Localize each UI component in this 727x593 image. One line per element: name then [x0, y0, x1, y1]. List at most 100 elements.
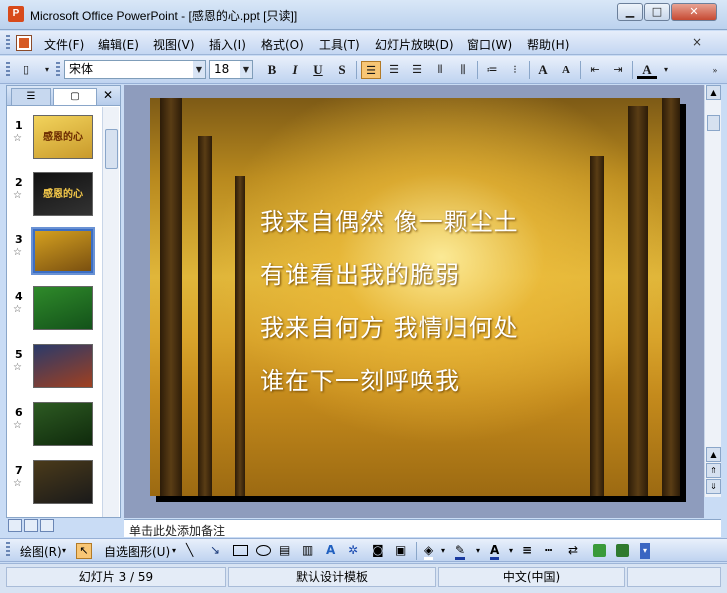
font-size-combo[interactable]: 18 ▼: [209, 60, 253, 79]
line-color-icon[interactable]: ✎: [455, 543, 466, 560]
menu-edit[interactable]: 编辑(E): [98, 36, 139, 53]
slide-thumbnail-row[interactable]: 4 ☆: [7, 286, 107, 338]
menu-slideshow[interactable]: 幻灯片放映(D): [375, 36, 454, 53]
increase-font-icon[interactable]: A: [533, 61, 553, 79]
numbering-icon[interactable]: ≔: [482, 61, 502, 79]
picture-icon[interactable]: ▣: [395, 543, 406, 557]
scroll-up-icon[interactable]: ▲: [706, 447, 721, 462]
chevron-down-icon[interactable]: ▾: [656, 61, 676, 79]
slideshow-icon[interactable]: [40, 519, 54, 532]
italic-button[interactable]: I: [285, 61, 305, 79]
shadow-style-icon[interactable]: [593, 544, 606, 557]
slide-thumbnail-row[interactable]: 1 ☆ 感恩的心: [7, 115, 107, 167]
chevron-down-icon[interactable]: ▼: [240, 61, 252, 78]
decrease-indent-icon[interactable]: ⇤: [585, 61, 605, 79]
line-icon[interactable]: ╲: [186, 543, 193, 557]
slide-thumbnail-row[interactable]: 2 ☆ 感恩的心: [7, 172, 107, 224]
previous-slide-icon[interactable]: ⇑: [706, 463, 721, 478]
slide-thumbnail[interactable]: [31, 227, 95, 275]
slide-thumbnail[interactable]: [33, 344, 93, 388]
3d-style-icon[interactable]: [616, 544, 629, 557]
toolbar-grip-2[interactable]: [56, 62, 60, 78]
font-color-button[interactable]: A: [490, 543, 500, 560]
slide-sorter-icon[interactable]: [24, 519, 38, 532]
chevron-down-icon[interactable]: ▾: [476, 546, 480, 555]
draw-menu-button[interactable]: 绘图(R): [20, 543, 62, 560]
slide-thumbnail-row[interactable]: 7 ☆: [7, 460, 107, 512]
font-name-combo[interactable]: 宋体 ▼: [64, 60, 206, 79]
slides-tab[interactable]: ▢: [53, 88, 97, 105]
increase-indent-icon[interactable]: ⇥: [608, 61, 628, 79]
notes-pane[interactable]: 单击此处添加备注: [124, 519, 721, 539]
distribute-icon[interactable]: ⦀: [430, 61, 450, 79]
scrollbar-thumb[interactable]: [707, 115, 720, 131]
bold-button[interactable]: B: [262, 61, 282, 79]
decrease-font-icon[interactable]: A: [556, 61, 576, 79]
design-template[interactable]: 默认设计模板: [228, 567, 436, 587]
outline-tab[interactable]: ☰: [11, 88, 51, 105]
bullets-icon[interactable]: ⁝: [505, 61, 525, 79]
chevron-down-icon[interactable]: ▾: [441, 546, 445, 555]
menu-tools[interactable]: 工具(T): [319, 36, 360, 53]
slide-thumbnail-row[interactable]: 3 ☆: [7, 227, 107, 281]
document-icon[interactable]: [16, 35, 32, 51]
scrollbar-thumb[interactable]: [105, 129, 118, 169]
align-left-icon[interactable]: ☰: [361, 61, 381, 79]
slide-text-line-2[interactable]: 有谁看出我的脆弱: [260, 255, 460, 290]
clipart-icon[interactable]: ◙: [372, 543, 384, 557]
slide-text-line-3[interactable]: 我来自何方 我情归何处: [260, 308, 519, 343]
align-right-icon[interactable]: ☰: [407, 61, 427, 79]
menu-grip[interactable]: [6, 35, 10, 51]
dropdown-arrow-icon[interactable]: ▾: [37, 61, 57, 79]
slide-thumbnail-row[interactable]: 6 ☆: [7, 402, 107, 454]
toolbar-grip[interactable]: [6, 542, 10, 558]
oval-icon[interactable]: [256, 545, 271, 556]
chevron-down-icon[interactable]: ▾: [62, 546, 66, 555]
diagram-icon[interactable]: ✲: [348, 543, 358, 557]
menu-help[interactable]: 帮助(H): [527, 36, 569, 53]
next-slide-icon[interactable]: ⇓: [706, 479, 721, 494]
menu-insert[interactable]: 插入(I): [209, 36, 246, 53]
toolbar-grip[interactable]: [6, 62, 10, 78]
close-document-icon[interactable]: ×: [692, 35, 722, 51]
select-pointer-icon[interactable]: ↖: [76, 543, 92, 559]
maximize-button[interactable]: □: [644, 3, 670, 21]
slide-thumbnail[interactable]: [33, 402, 93, 446]
toolbar-options-icon[interactable]: »: [705, 61, 725, 79]
current-slide[interactable]: 我来自偶然 像一颗尘土 有谁看出我的脆弱 我来自何方 我情归何处 谁在下一刻呼唤…: [150, 98, 680, 496]
fill-color-icon[interactable]: ◈: [424, 543, 434, 560]
font-color-button[interactable]: A: [637, 61, 657, 79]
notes-placeholder[interactable]: 单击此处添加备注: [129, 522, 225, 539]
menu-window[interactable]: 窗口(W): [467, 36, 512, 53]
minimize-button[interactable]: ▁: [617, 3, 643, 21]
chevron-down-icon[interactable]: ▾: [172, 546, 176, 555]
slide-thumbnail[interactable]: 感恩的心: [33, 115, 93, 159]
rectangle-icon[interactable]: [233, 545, 248, 556]
normal-view-icon[interactable]: [8, 519, 22, 532]
wordart-icon[interactable]: A: [326, 543, 335, 557]
new-document-icon[interactable]: ▯: [16, 61, 36, 79]
close-icon[interactable]: ✕: [103, 88, 113, 102]
slide-thumbnail-row[interactable]: 5 ☆: [7, 344, 107, 396]
underline-button[interactable]: U: [308, 61, 328, 79]
chevron-down-icon[interactable]: ▾: [509, 546, 513, 555]
vertical-textbox-icon[interactable]: ▥: [302, 543, 313, 557]
slide-thumbnail[interactable]: 感恩的心: [33, 172, 93, 216]
arrow-icon[interactable]: ↘: [210, 543, 220, 557]
slide-thumbnail[interactable]: [33, 286, 93, 330]
vertical-scrollbar[interactable]: ▲ ▲ ⇑ ⇓: [704, 85, 721, 497]
line-style-icon[interactable]: ≡: [522, 543, 532, 557]
vertical-text-icon[interactable]: ⫼: [453, 61, 473, 79]
dash-style-icon[interactable]: ┅: [545, 543, 552, 557]
slide-text-line-1[interactable]: 我来自偶然 像一颗尘土: [260, 202, 519, 237]
arrow-style-icon[interactable]: ⇄: [568, 543, 578, 557]
align-center-icon[interactable]: ☰: [384, 61, 404, 79]
pane-scrollbar[interactable]: [102, 107, 119, 517]
slide-thumbnail[interactable]: [33, 460, 93, 504]
slide-text-line-4[interactable]: 谁在下一刻呼唤我: [260, 361, 460, 396]
chevron-down-icon[interactable]: ▼: [193, 61, 205, 78]
menu-file[interactable]: 文件(F): [44, 36, 84, 53]
close-button[interactable]: ✕: [671, 3, 717, 21]
menu-format[interactable]: 格式(O): [261, 36, 304, 53]
toolbar-options-icon[interactable]: ▾: [640, 543, 650, 559]
